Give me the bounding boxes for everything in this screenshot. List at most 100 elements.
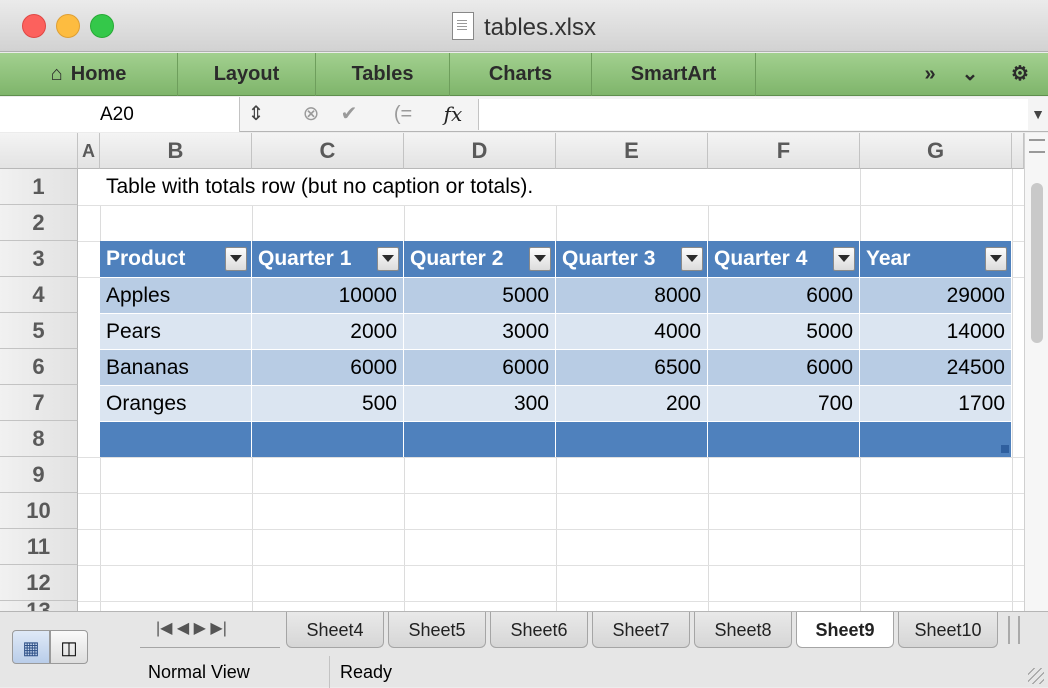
totals-cell[interactable] bbox=[404, 421, 556, 457]
sheet-tab[interactable]: Sheet10 bbox=[898, 612, 998, 648]
row-header-7[interactable]: 7 bbox=[0, 385, 78, 421]
tab-split-handle[interactable] bbox=[1008, 616, 1020, 644]
column-header-g[interactable]: G bbox=[860, 133, 1012, 169]
vertical-scroll-thumb[interactable] bbox=[1031, 183, 1043, 343]
row-header-13[interactable]: 13 bbox=[0, 600, 78, 611]
column-header-f[interactable]: F bbox=[708, 133, 860, 169]
column-header-d[interactable]: D bbox=[404, 133, 556, 169]
table-cell[interactable]: 2000 bbox=[252, 313, 404, 349]
table-header-cell[interactable]: Quarter 4 bbox=[708, 241, 860, 277]
table-cell[interactable]: 5000 bbox=[404, 277, 556, 313]
table-cell[interactable]: Apples bbox=[100, 277, 252, 313]
function-button[interactable]: fx bbox=[438, 97, 468, 132]
formula-toggle-icon[interactable]: (= bbox=[390, 97, 416, 132]
row-header-10[interactable]: 10 bbox=[0, 493, 78, 529]
totals-cell[interactable] bbox=[708, 421, 860, 457]
table-cell[interactable]: 24500 bbox=[860, 349, 1012, 385]
table-cell[interactable]: 500 bbox=[252, 385, 404, 421]
tab-smartart[interactable]: SmartArt bbox=[592, 53, 756, 96]
confirm-icon[interactable]: ✔ bbox=[336, 97, 362, 132]
column-header-e[interactable]: E bbox=[556, 133, 708, 169]
sheet-tab[interactable]: Sheet4 bbox=[286, 612, 384, 648]
filter-dropdown-icon[interactable] bbox=[529, 247, 551, 271]
table-cell[interactable]: 6000 bbox=[708, 349, 860, 385]
filter-dropdown-icon[interactable] bbox=[225, 247, 247, 271]
tab-home[interactable]: ⌂ Home bbox=[0, 53, 178, 96]
table-header-cell[interactable]: Year bbox=[860, 241, 1012, 277]
table-cell[interactable]: 4000 bbox=[556, 313, 708, 349]
sheet-tab[interactable]: Sheet8 bbox=[694, 612, 792, 648]
ribbon-tabs: ⌂ Home Layout Tables Charts SmartArt » ⌄ … bbox=[0, 53, 1048, 96]
name-box[interactable]: A20 bbox=[0, 97, 240, 132]
resize-grip-icon[interactable] bbox=[1028, 668, 1044, 684]
table-cell[interactable]: 3000 bbox=[404, 313, 556, 349]
column-header-next bbox=[1012, 133, 1024, 169]
ribbon-settings-button[interactable]: ⚙ bbox=[996, 53, 1044, 96]
sheet-tab-active[interactable]: Sheet9 bbox=[796, 612, 894, 648]
table-cell[interactable]: 14000 bbox=[860, 313, 1012, 349]
totals-cell[interactable] bbox=[252, 421, 404, 457]
filter-dropdown-icon[interactable] bbox=[681, 247, 703, 271]
formula-expand-icon[interactable]: ▼ bbox=[1030, 97, 1046, 132]
table-header-cell[interactable]: Quarter 1 bbox=[252, 241, 404, 277]
row-header-3[interactable]: 3 bbox=[0, 241, 78, 277]
sheet-tab[interactable]: Sheet6 bbox=[490, 612, 588, 648]
table-cell[interactable]: 6000 bbox=[252, 349, 404, 385]
cell-b1[interactable]: Table with totals row (but no caption or… bbox=[100, 169, 800, 205]
ribbon-overflow-button[interactable]: » bbox=[910, 53, 950, 96]
row-header-1[interactable]: 1 bbox=[0, 169, 78, 205]
table-cell[interactable]: 10000 bbox=[252, 277, 404, 313]
row-header-4[interactable]: 4 bbox=[0, 277, 78, 313]
filter-dropdown-icon[interactable] bbox=[833, 247, 855, 271]
table-header-cell[interactable]: Quarter 3 bbox=[556, 241, 708, 277]
formula-input[interactable] bbox=[478, 99, 1028, 130]
row-header-6[interactable]: 6 bbox=[0, 349, 78, 385]
select-all-corner[interactable] bbox=[0, 133, 78, 169]
table-cell[interactable]: Pears bbox=[100, 313, 252, 349]
name-box-stepper[interactable]: ⇕ bbox=[246, 97, 266, 132]
spreadsheet-grid[interactable]: A B C D E F G 1 2 3 4 5 6 7 8 9 10 11 12… bbox=[0, 133, 1024, 611]
table-cell[interactable]: Bananas bbox=[100, 349, 252, 385]
sheet-nav-buttons[interactable]: |◀ ◀ ▶ ▶| bbox=[140, 612, 280, 648]
row-header-12[interactable]: 12 bbox=[0, 565, 78, 601]
vertical-scrollbar[interactable] bbox=[1024, 133, 1048, 611]
tab-layout[interactable]: Layout bbox=[178, 53, 316, 96]
page-layout-view-button[interactable]: ◫ bbox=[50, 630, 88, 664]
table-cell[interactable]: 6500 bbox=[556, 349, 708, 385]
table-cell[interactable]: 700 bbox=[708, 385, 860, 421]
sheet-tab[interactable]: Sheet7 bbox=[592, 612, 690, 648]
totals-cell[interactable] bbox=[556, 421, 708, 457]
table-cell[interactable]: 29000 bbox=[860, 277, 1012, 313]
table-header-cell[interactable]: Quarter 2 bbox=[404, 241, 556, 277]
table-cell[interactable]: 6000 bbox=[708, 277, 860, 313]
normal-view-button[interactable]: ▦ bbox=[12, 630, 50, 664]
table-cell[interactable]: 200 bbox=[556, 385, 708, 421]
column-header-a[interactable]: A bbox=[78, 133, 100, 169]
column-header-c[interactable]: C bbox=[252, 133, 404, 169]
table-cell[interactable]: 300 bbox=[404, 385, 556, 421]
table-cell[interactable]: 5000 bbox=[708, 313, 860, 349]
split-handle[interactable] bbox=[1029, 139, 1045, 153]
ribbon-collapse-button[interactable]: ⌄ bbox=[952, 53, 988, 96]
tab-charts[interactable]: Charts bbox=[450, 53, 592, 96]
row-header-11[interactable]: 11 bbox=[0, 529, 78, 565]
sheet-tab[interactable]: Sheet5 bbox=[388, 612, 486, 648]
row-header-9[interactable]: 9 bbox=[0, 457, 78, 493]
status-ready-label: Ready bbox=[340, 662, 393, 682]
table-cell[interactable]: Oranges bbox=[100, 385, 252, 421]
tab-tables[interactable]: Tables bbox=[316, 53, 450, 96]
table-resize-handle[interactable] bbox=[1001, 445, 1009, 453]
table-cell[interactable]: 8000 bbox=[556, 277, 708, 313]
column-header-b[interactable]: B bbox=[100, 133, 252, 169]
table-cell[interactable]: 1700 bbox=[860, 385, 1012, 421]
row-header-2[interactable]: 2 bbox=[0, 205, 78, 241]
row-header-5[interactable]: 5 bbox=[0, 313, 78, 349]
totals-cell[interactable] bbox=[100, 421, 252, 457]
table-cell[interactable]: 6000 bbox=[404, 349, 556, 385]
table-header-cell[interactable]: Product bbox=[100, 241, 252, 277]
cancel-icon[interactable]: ⊗ bbox=[298, 97, 324, 132]
row-header-8[interactable]: 8 bbox=[0, 421, 78, 457]
filter-dropdown-icon[interactable] bbox=[985, 247, 1007, 271]
totals-cell[interactable] bbox=[860, 421, 1012, 457]
filter-dropdown-icon[interactable] bbox=[377, 247, 399, 271]
